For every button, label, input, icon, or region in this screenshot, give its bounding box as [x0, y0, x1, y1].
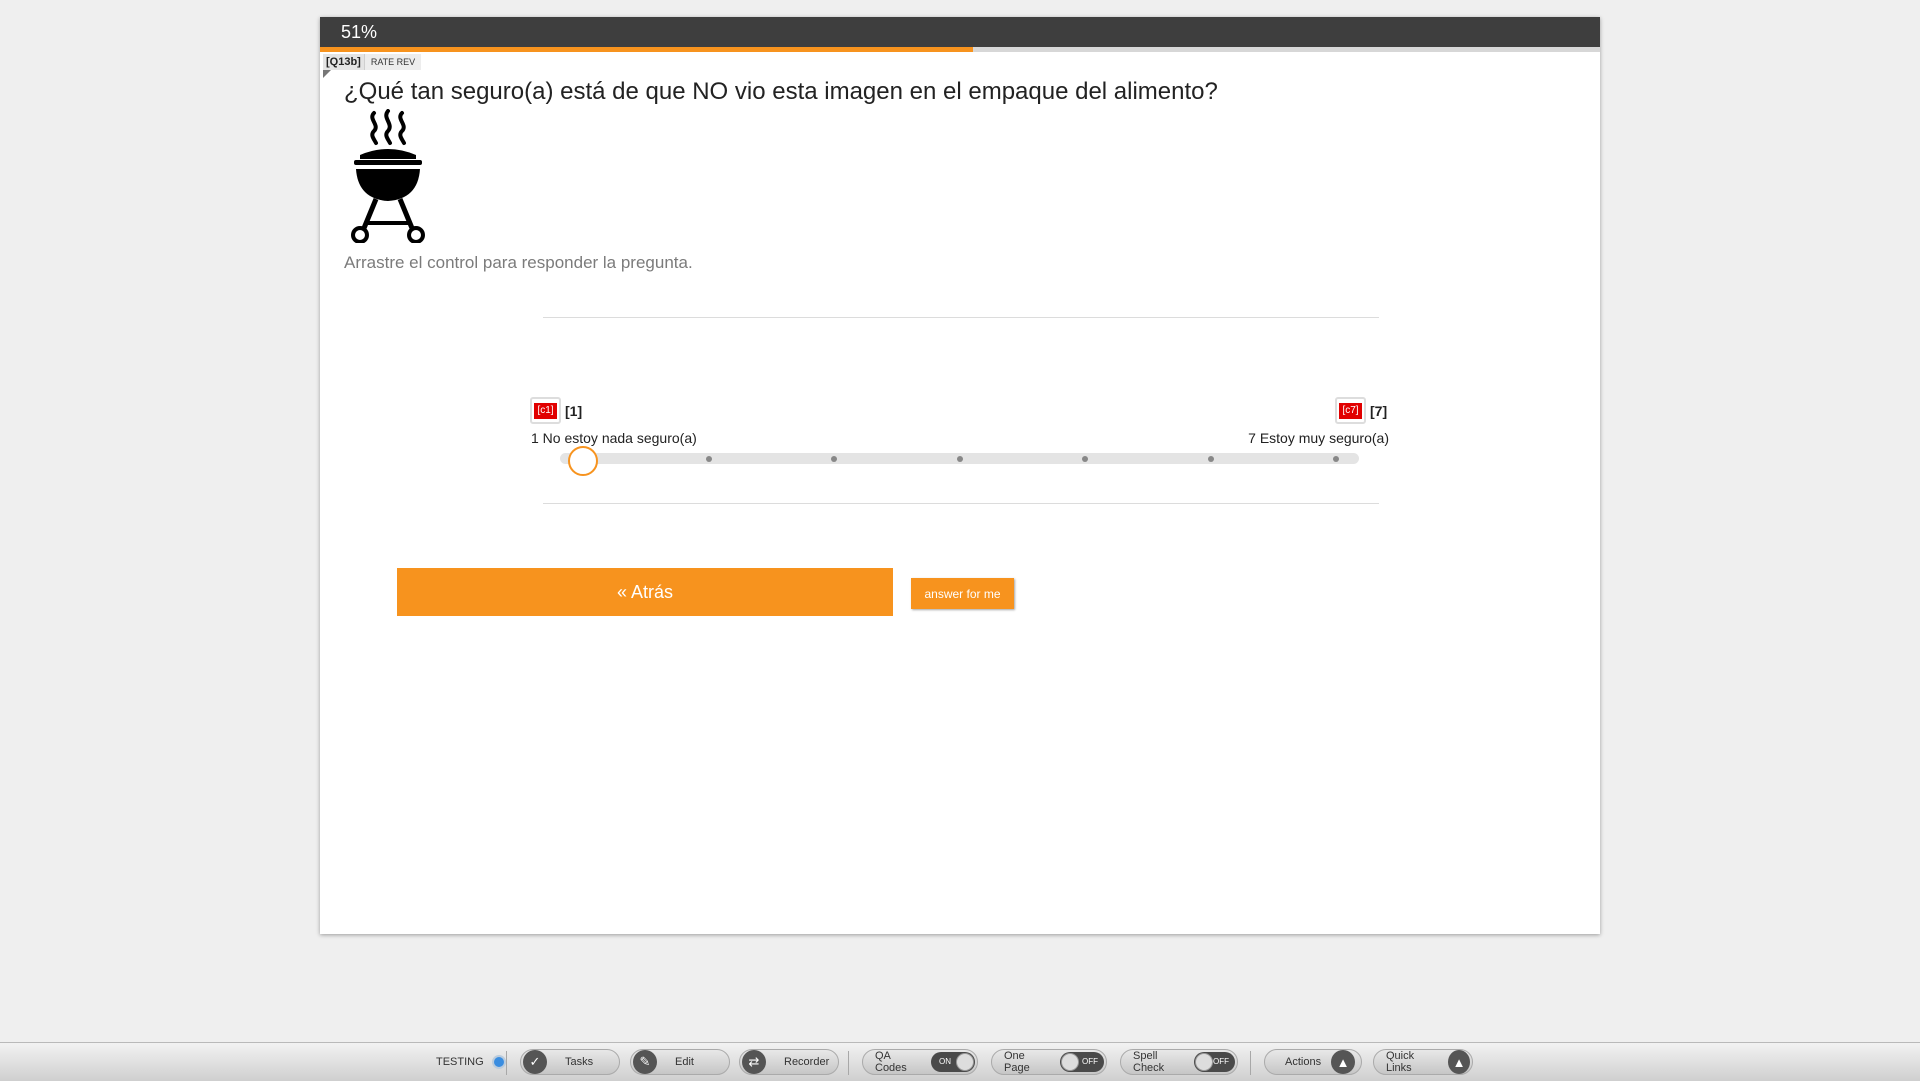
progress-label: 51% — [341, 22, 378, 42]
toolbar-divider — [1250, 1051, 1251, 1075]
instruction-text: Arrastre el control para responder la pr… — [344, 253, 693, 272]
question-code: [Q13b] — [326, 56, 361, 68]
corner-marker — [323, 70, 331, 78]
spell-check-pill[interactable]: Spell Check OFF — [1120, 1049, 1238, 1075]
quick-links-button[interactable]: Quick Links ▲ — [1373, 1048, 1473, 1076]
code-badge-text: [c7] — [1339, 402, 1362, 419]
qa-codes-toggle[interactable]: QA Codes ON — [862, 1048, 978, 1076]
toggle-knob — [1194, 1053, 1213, 1071]
edit-pill[interactable]: ✎ Edit — [630, 1049, 730, 1075]
question-text: ¿Qué tan seguro(a) está de que NO vio es… — [344, 78, 1218, 105]
edit-icon: ✎ — [633, 1050, 657, 1074]
recorder-button[interactable]: ⇄ Recorder — [739, 1048, 839, 1076]
progress-fill — [320, 47, 973, 52]
check-icon: ✓ — [523, 1050, 547, 1074]
qa-codes-pill[interactable]: QA Codes ON — [862, 1049, 978, 1075]
question-tag: [Q13b] RATE REV — [323, 54, 422, 70]
edit-button[interactable]: ✎ Edit — [630, 1048, 730, 1076]
quick-links-pill[interactable]: Quick Links ▲ — [1373, 1049, 1473, 1075]
actions-label: Actions — [1285, 1056, 1322, 1068]
slider-tick — [831, 456, 837, 462]
actions-pill[interactable]: Actions ▲ — [1264, 1049, 1362, 1075]
tasks-pill[interactable]: ✓ Tasks — [520, 1049, 620, 1075]
back-button[interactable]: « Atrás — [397, 568, 893, 616]
qa-codes-state: ON — [938, 1057, 951, 1066]
code-badge: [c7] — [1335, 397, 1366, 424]
slider-tick — [1207, 456, 1214, 462]
slider-tick — [1082, 456, 1088, 462]
survey-card: 51% [Q13b] RATE REV ¿Qué tan seguro(a) e… — [320, 17, 1600, 934]
divider-top — [543, 317, 1379, 318]
answer-for-me-button[interactable]: answer for me — [911, 578, 1014, 609]
scale-left-label: 1 No estoy nada seguro(a) — [531, 430, 697, 446]
toolbar-divider — [848, 1051, 849, 1075]
tasks-button[interactable]: ✓ Tasks — [520, 1048, 620, 1076]
qa-codes-switch[interactable]: ON — [930, 1052, 975, 1072]
actions-button[interactable]: Actions ▲ — [1264, 1048, 1362, 1076]
progress-bar — [320, 47, 1600, 52]
one-page-toggle[interactable]: One Page OFF — [991, 1048, 1107, 1076]
slider-tick — [956, 456, 963, 462]
scale-left-code: [c1] [1] — [530, 397, 582, 424]
divider-bottom — [543, 503, 1379, 504]
tasks-label: Tasks — [565, 1056, 594, 1068]
progress-header: 51% — [320, 17, 1600, 47]
quick-links-label: Quick Links — [1386, 1050, 1415, 1074]
spell-check-label: Spell Check — [1133, 1050, 1165, 1074]
one-page-pill[interactable]: One Page OFF — [991, 1049, 1107, 1075]
slider-tick — [705, 456, 712, 462]
toolbar-divider — [506, 1051, 507, 1075]
slider-handle[interactable] — [568, 446, 598, 476]
status-dot-icon — [491, 1055, 506, 1069]
barbecue-grill-icon — [351, 109, 425, 243]
spell-check-switch[interactable]: OFF — [1193, 1052, 1235, 1072]
bottom-toolbar: TESTING ✓ Tasks ✎ Edit ⇄ Recorder QA Cod… — [0, 1042, 1920, 1081]
recorder-pill[interactable]: ⇄ Recorder — [739, 1049, 839, 1075]
slider-track[interactable] — [560, 453, 1359, 464]
code-badge-text: [c1] — [534, 402, 557, 419]
scale-right-value: [7] — [1370, 402, 1388, 419]
triangle-up-icon: ▲ — [1448, 1050, 1470, 1074]
testing-status: TESTING — [436, 1048, 506, 1076]
scale-left-value: [1] — [565, 402, 583, 419]
recorder-label: Recorder — [784, 1056, 830, 1068]
toggle-knob — [1060, 1053, 1079, 1071]
scale-right-label: 7 Estoy muy seguro(a) — [1248, 430, 1389, 446]
question-type: RATE REV — [363, 54, 422, 70]
scale-right-code: [c7] [7] — [1335, 397, 1387, 424]
spell-check-toggle[interactable]: Spell Check OFF — [1120, 1048, 1238, 1076]
one-page-label: One Page — [1004, 1050, 1030, 1074]
spell-check-state: OFF — [1213, 1057, 1229, 1066]
code-badge: [c1] — [530, 397, 561, 424]
recorder-icon: ⇄ — [742, 1050, 766, 1074]
slider-tick — [1333, 456, 1339, 462]
status-label: TESTING — [436, 1056, 484, 1068]
qa-codes-label: QA Codes — [875, 1050, 907, 1074]
one-page-switch[interactable]: OFF — [1059, 1052, 1104, 1072]
triangle-up-icon: ▲ — [1331, 1050, 1356, 1074]
one-page-state: OFF — [1082, 1057, 1098, 1066]
toggle-knob — [956, 1053, 974, 1071]
edit-label: Edit — [675, 1056, 694, 1068]
